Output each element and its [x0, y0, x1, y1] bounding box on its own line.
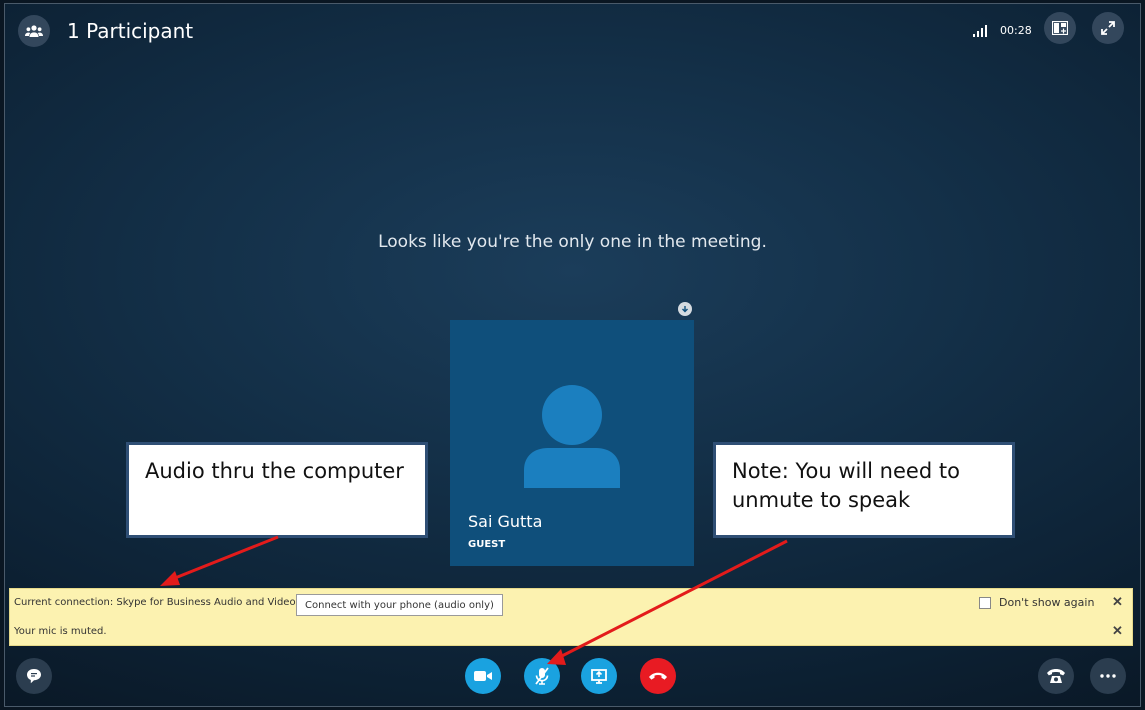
callout-unmute: Note: You will need to unmute to speak	[713, 442, 1015, 538]
layout-icon	[1052, 21, 1068, 35]
connection-row: Current connection: Skype for Business A…	[9, 588, 1133, 617]
arrow-down-icon	[682, 306, 688, 313]
mic-muted-row: Your mic is muted. ✕	[9, 617, 1133, 646]
top-bar: 1 Participant 00:28	[4, 3, 1141, 59]
participant-tile[interactable]: Sai Gutta GUEST	[450, 320, 694, 566]
avatar-icon	[524, 385, 620, 488]
close-mic-notice-button[interactable]: ✕	[1112, 623, 1123, 639]
connect-phone-button[interactable]: Connect with your phone (audio only)	[296, 594, 503, 616]
notification-bar: Current connection: Skype for Business A…	[9, 588, 1133, 646]
dialpad-icon	[1047, 669, 1065, 683]
tile-options-button[interactable]	[678, 302, 692, 316]
fullscreen-button[interactable]	[1092, 12, 1124, 44]
mute-button[interactable]	[524, 658, 560, 694]
call-timer: 00:28	[1000, 24, 1032, 37]
dont-show-label: Don't show again	[999, 596, 1095, 609]
dont-show-checkbox[interactable]	[979, 597, 991, 609]
video-button[interactable]	[465, 658, 501, 694]
video-icon	[474, 671, 492, 681]
fullscreen-icon	[1101, 21, 1115, 35]
end-call-icon	[649, 672, 667, 680]
chat-icon	[27, 669, 41, 684]
layout-button[interactable]	[1044, 12, 1076, 44]
mic-muted-text: Your mic is muted.	[14, 626, 107, 637]
call-controls-bar	[4, 649, 1141, 707]
more-icon	[1100, 674, 1116, 678]
end-call-button[interactable]	[640, 658, 676, 694]
dialpad-button[interactable]	[1038, 658, 1074, 694]
meeting-window: 1 Participant 00:28 Looks like you're th…	[4, 3, 1141, 707]
participants-icon	[25, 25, 43, 37]
participants-button[interactable]	[18, 15, 50, 47]
mic-muted-icon	[535, 667, 549, 685]
chat-button[interactable]	[16, 658, 52, 694]
close-connection-notice-button[interactable]: ✕	[1112, 594, 1123, 610]
callout-audio: Audio thru the computer	[126, 442, 428, 538]
share-screen-icon	[591, 669, 607, 684]
participant-role: GUEST	[468, 539, 506, 550]
empty-meeting-message: Looks like you're the only one in the me…	[378, 232, 767, 252]
share-screen-button[interactable]	[581, 658, 617, 694]
more-options-button[interactable]	[1090, 658, 1126, 694]
participant-count-title: 1 Participant	[67, 19, 194, 43]
signal-icon	[973, 25, 987, 37]
participant-name: Sai Gutta	[468, 512, 543, 531]
connection-text: Current connection: Skype for Business A…	[14, 597, 296, 608]
